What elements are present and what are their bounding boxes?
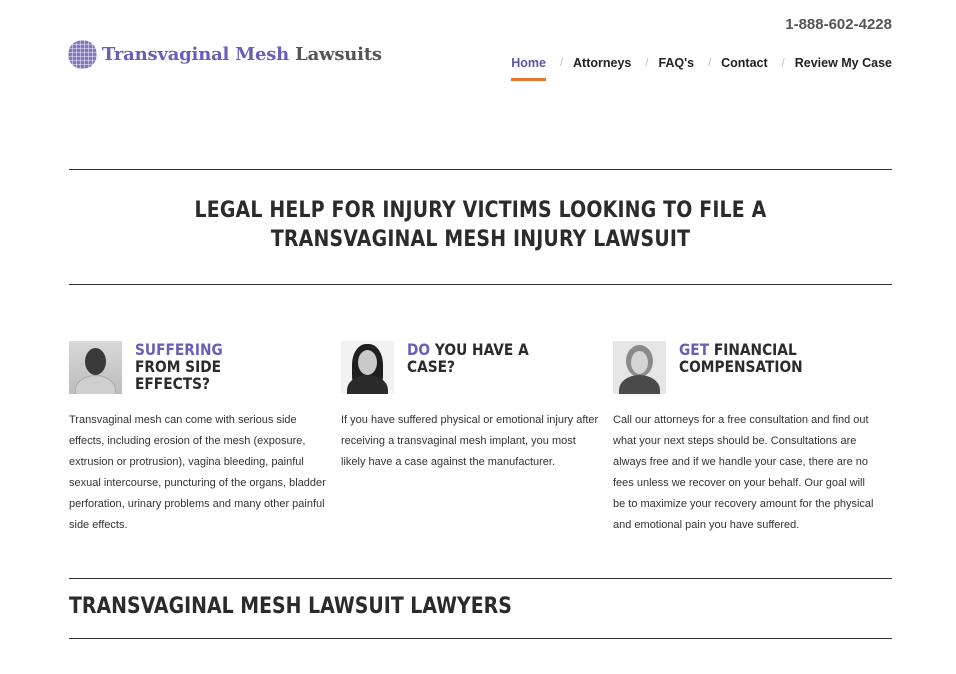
logo-text: Transvaginal Mesh Lawsuits	[102, 44, 382, 65]
nav-separator: /	[781, 57, 785, 69]
feature-title-rest: from side effects?	[135, 357, 222, 393]
feature-have-case: Do you have a case? If you have suffered…	[341, 341, 603, 473]
divider	[69, 578, 892, 579]
feature-title: Get financial compensation	[679, 341, 817, 375]
feature-text: Transvaginal mesh can come with serious …	[69, 414, 326, 531]
feature-side-effects: Suffering from side effects? Transvagina…	[69, 341, 331, 536]
feature-text: If you have suffered physical or emotion…	[341, 414, 599, 468]
feature-title: Do you have a case?	[407, 341, 545, 375]
hero-title: Legal Help for Injury Victims Looking to…	[194, 198, 767, 252]
logo-text-secondary: Lawsuits	[295, 44, 382, 65]
nav-item-attorneys[interactable]: Attorneys	[573, 56, 631, 81]
nav-item-faqs[interactable]: FAQ's	[658, 56, 694, 81]
divider	[69, 284, 892, 285]
feature-compensation: Get financial compensation Call our atto…	[613, 341, 875, 536]
divider	[69, 169, 892, 170]
nav-separator: /	[645, 57, 649, 69]
site-logo[interactable]: Transvaginal Mesh Lawsuits	[68, 40, 382, 69]
feature-title: Suffering from side effects?	[135, 341, 273, 392]
person-photo	[341, 341, 394, 394]
person-photo	[69, 341, 122, 394]
nav-item-home[interactable]: Home	[511, 56, 546, 81]
nav-separator: /	[708, 57, 712, 69]
nav-item-contact[interactable]: Contact	[721, 56, 768, 81]
nav-item-review-my-case[interactable]: Review My Case	[795, 56, 892, 81]
divider	[69, 638, 892, 639]
feature-text: Call our attorneys for a free consultati…	[613, 414, 874, 531]
logo-globe-icon	[68, 40, 97, 69]
logo-text-primary: Transvaginal Mesh	[102, 44, 290, 65]
phone-number[interactable]: 1-888-602-4228	[785, 16, 892, 33]
nav-separator: /	[559, 57, 564, 69]
person-photo	[613, 341, 666, 394]
section-title: Transvaginal Mesh Lawsuit Lawyers	[69, 594, 512, 619]
main-nav: Home / Attorneys / FAQ's / Contact / Rev…	[511, 56, 892, 81]
